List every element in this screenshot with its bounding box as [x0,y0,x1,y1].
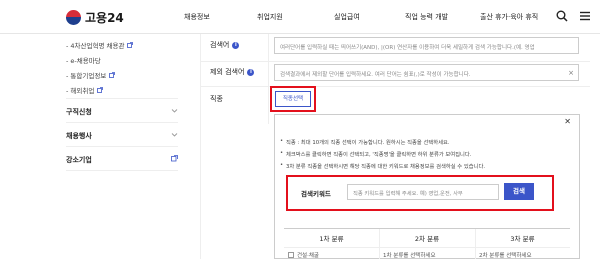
external-link-icon [171,155,178,162]
sidebar: - 4차산업혁명 채용관 - e-채용마당 - 통합기업정보 - 해외취업 구직… [66,34,178,259]
sidebar-link-overseas[interactable]: - 해외취업 [66,85,104,95]
exclude-word-label: 제외 검색어 i [210,67,255,77]
top-header: 고용24 채용정보 취업지원 실업급여 직업 능력 개발 출산 휴가·육아 휴직 [0,0,600,34]
nav-item-unemployment-benefit[interactable]: 실업급여 [334,12,360,22]
sidebar-section-label: 구직신청 [66,108,92,116]
label-text: 제외 검색어 [210,68,245,76]
sidebar-link-label: - 4차산업혁명 채용관 [66,42,125,50]
table-header: 2차 분류 [414,235,440,243]
table-header: 1차 분류 [319,235,344,243]
chevron-down-icon [171,109,178,113]
placeholder-text: 여러단어를 입력하실 때는 띄어쓰기(AND), |(OR) 연산자를 이용하여… [280,45,535,51]
sidebar-section-label: 강소기업 [66,156,92,164]
hamburger-menu-icon[interactable] [579,10,591,22]
job-type-label: 직종 [210,94,223,104]
table-cell: 1차 분류를 선택하세요 [383,253,436,259]
hint-item: 체크박스를 클릭하면 직종이 선택되고, '직종명'을 클릭하면 하위 분류가 … [280,150,471,158]
info-icon[interactable]: i [247,68,255,76]
job-category-table: 1차 분류 2차 분류 3차 분류 건설·채굴 1차 분류를 선택하세요 2차 … [284,228,570,259]
divider [66,122,178,123]
divider [268,34,269,124]
table-row: 건설·채굴 1차 분류를 선택하세요 2차 분류를 선택하세요 [284,247,570,259]
main-nav: 채용정보 취업지원 실업급여 직업 능력 개발 출산 휴가·육아 휴직 [0,12,600,24]
hint-item: 3차 분류 직종을 선택하시면 해당 직종에 대한 키워드로 채용정보를 검색하… [280,162,485,170]
divider [200,34,201,259]
placeholder-text: 검색결과에서 제외할 단어를 입력하세요. 여러 단어는 쉼표(,)로 작성이 … [280,72,471,78]
exclude-word-input[interactable]: 검색결과에서 제외할 단어를 입력하세요. 여러 단어는 쉼표(,)로 작성이 … [274,64,579,81]
label-text: 검색어 [210,41,230,49]
close-icon[interactable]: ✕ [564,117,571,126]
sidebar-section-small-giants[interactable]: 강소기업 [66,155,178,165]
sidebar-section-job-events[interactable]: 채용행사 [66,131,178,141]
table-header: 3차 분류 [510,235,535,243]
external-link-icon [109,72,116,78]
sidebar-link-4th-industry[interactable]: - 4차산업혁명 채용관 [66,40,134,50]
highlight-box [270,86,316,112]
divider [200,86,590,87]
search-word-input[interactable]: 여러단어를 입력하실 때는 띄어쓰기(AND), |(OR) 연산자를 이용하여… [274,37,579,54]
nav-item-maternity-leave[interactable]: 출산 휴가·육아 휴직 [480,12,538,22]
nav-item-jobs[interactable]: 채용정보 [184,12,210,22]
checkbox[interactable] [288,252,294,258]
divider [200,61,590,62]
table-cell: 2차 분류를 선택하세요 [479,253,532,259]
divider [66,146,178,147]
cell-text: 건설·채굴 [297,253,319,259]
hint-item: 직종 : 최대 10개의 직종 선택이 가능합니다. 원하시는 직종을 선택하세… [280,138,449,146]
sidebar-link-label: - 해외취업 [66,87,95,95]
sidebar-link-label: - e-채용마당 [66,57,101,65]
external-link-icon [127,42,134,48]
sidebar-link-e-recruit[interactable]: - e-채용마당 [66,55,101,65]
table-cell[interactable]: 건설·채굴 [288,251,319,259]
nav-item-vocational-training[interactable]: 직업 능력 개발 [405,12,448,22]
search-icon[interactable] [556,10,568,22]
sidebar-link-company-info[interactable]: - 통합기업정보 [66,70,116,80]
info-icon[interactable]: i [232,41,240,49]
label-text: 직종 [210,95,223,103]
sidebar-link-label: - 통합기업정보 [66,72,107,80]
sidebar-section-label: 채용행사 [66,132,92,140]
nav-item-employment-support[interactable]: 취업지원 [257,12,283,22]
divider [66,98,178,99]
chevron-down-icon [171,133,178,137]
highlight-box [286,175,554,211]
clear-icon[interactable]: × [568,69,574,77]
sidebar-section-job-application[interactable]: 구직신청 [66,107,178,117]
external-link-icon [97,87,104,93]
search-word-label: 검색어 i [210,40,240,50]
divider [66,170,178,171]
